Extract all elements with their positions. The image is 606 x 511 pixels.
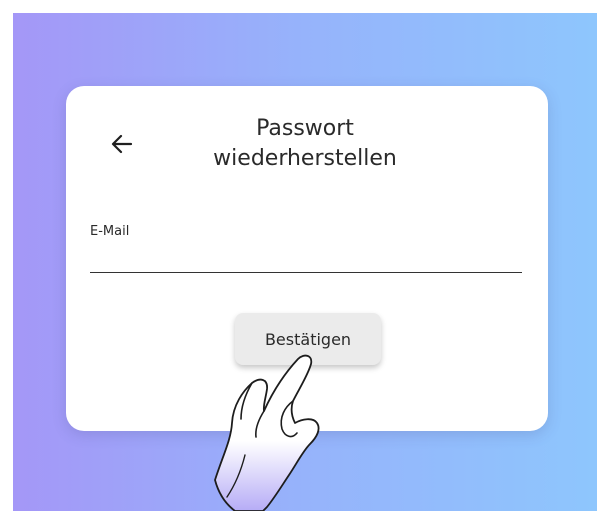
email-field[interactable] [90,246,522,273]
back-button[interactable] [107,129,137,159]
screen: Passwort wiederherstellen E-Mail Bestäti… [0,0,606,511]
page-title: Passwort wiederherstellen [213,116,397,171]
confirm-button[interactable]: Bestätigen [235,313,381,365]
email-label: E-Mail [90,224,130,239]
arrow-left-icon [111,134,133,154]
